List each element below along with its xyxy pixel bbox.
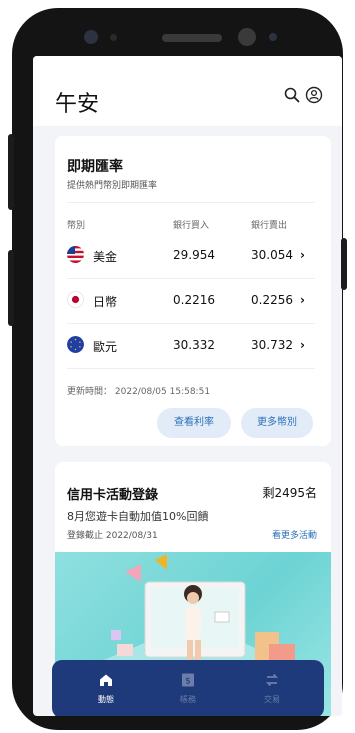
rate-card-subtitle: 提供熱門幣別即期匯率 bbox=[67, 181, 158, 191]
column-header-sell: 銀行賣出 bbox=[251, 221, 288, 231]
promo-deadline: 登錄截止 2022/08/31 bbox=[67, 531, 158, 541]
nav-label: 動態 bbox=[98, 695, 114, 704]
jp-flag-icon bbox=[67, 291, 84, 308]
sensor-dot bbox=[110, 34, 117, 41]
chevron-right-icon: › bbox=[300, 293, 305, 307]
eu-flag-icon bbox=[67, 336, 84, 353]
promo-title: 信用卡活動登錄 bbox=[67, 488, 159, 503]
camera-icon bbox=[84, 30, 98, 44]
greeting-title: 午安 bbox=[55, 92, 100, 117]
proximity-sensor bbox=[269, 33, 277, 41]
search-icon[interactable] bbox=[283, 86, 301, 104]
more-activities-link[interactable]: 看更多活動 bbox=[272, 528, 317, 541]
volume-up-button bbox=[8, 134, 14, 210]
front-camera-icon bbox=[238, 28, 256, 46]
sell-rate: 30.054 bbox=[251, 248, 293, 262]
currency-name: 歐元 bbox=[93, 340, 118, 354]
us-flag-icon bbox=[67, 246, 84, 263]
currency-name: 美金 bbox=[93, 250, 118, 264]
app-header: 午安 bbox=[33, 56, 342, 126]
more-currency-button[interactable]: 更多幣別 bbox=[241, 408, 313, 438]
nav-item-activity[interactable]: 動態 bbox=[76, 666, 136, 712]
nav-label: 帳務 bbox=[180, 695, 196, 704]
currency-name: 日幣 bbox=[93, 295, 118, 309]
rate-row-jpy[interactable]: 日幣 0.2216 0.2256 › bbox=[55, 279, 331, 323]
promo-description: 8月您遊卡自動加值10%回饋 bbox=[67, 510, 209, 523]
view-rates-button[interactable]: 查看利率 bbox=[157, 408, 231, 438]
divider bbox=[67, 368, 315, 369]
update-time: 更新時間： 2022/08/05 15:58:51 bbox=[67, 384, 210, 397]
transfer-icon bbox=[265, 673, 279, 687]
column-header-currency: 幣別 bbox=[67, 221, 86, 231]
exchange-rate-card: 即期匯率 提供熱門幣別即期匯率 幣別 銀行買入 銀行賣出 美金 29.954 3… bbox=[55, 136, 331, 446]
home-icon bbox=[100, 674, 112, 686]
buy-rate: 0.2216 bbox=[173, 293, 215, 307]
chevron-right-icon: › bbox=[300, 248, 305, 262]
nav-item-accounts[interactable]: $ 帳務 bbox=[158, 666, 218, 712]
svg-text:$: $ bbox=[185, 677, 191, 687]
update-time-value: 2022/08/05 15:58:51 bbox=[114, 387, 211, 397]
remaining-count: 剩2495名 bbox=[262, 486, 317, 500]
update-time-label: 更新時間： bbox=[67, 387, 113, 397]
rate-card-title: 即期匯率 bbox=[67, 159, 123, 175]
chevron-right-icon: › bbox=[300, 338, 305, 352]
bill-icon: $ bbox=[182, 673, 194, 687]
buy-rate: 29.954 bbox=[173, 248, 215, 262]
app-screen: 午安 即期匯率 提供熱門幣別即期匯率 幣別 銀行買入 銀行賣出 美金 29.95… bbox=[33, 56, 342, 716]
buy-rate: 30.332 bbox=[173, 338, 215, 352]
sell-rate: 0.2256 bbox=[251, 293, 293, 307]
user-icon[interactable] bbox=[305, 86, 323, 104]
volume-down-button bbox=[8, 250, 14, 326]
sell-rate: 30.732 bbox=[251, 338, 293, 352]
rate-row-usd[interactable]: 美金 29.954 30.054 › bbox=[55, 234, 331, 278]
phone-frame: 午安 即期匯率 提供熱門幣別即期匯率 幣別 銀行買入 銀行賣出 美金 29.95… bbox=[12, 8, 343, 730]
speaker-grille bbox=[162, 34, 222, 42]
rate-row-eur[interactable]: 歐元 30.332 30.732 › bbox=[55, 324, 331, 368]
bottom-nav: 動態 $ 帳務 交易 bbox=[52, 660, 324, 716]
nav-item-transactions[interactable]: 交易 bbox=[242, 666, 302, 712]
divider bbox=[67, 202, 315, 203]
nav-label: 交易 bbox=[264, 695, 280, 704]
power-button bbox=[341, 238, 347, 290]
column-header-buy: 銀行買入 bbox=[173, 221, 210, 231]
